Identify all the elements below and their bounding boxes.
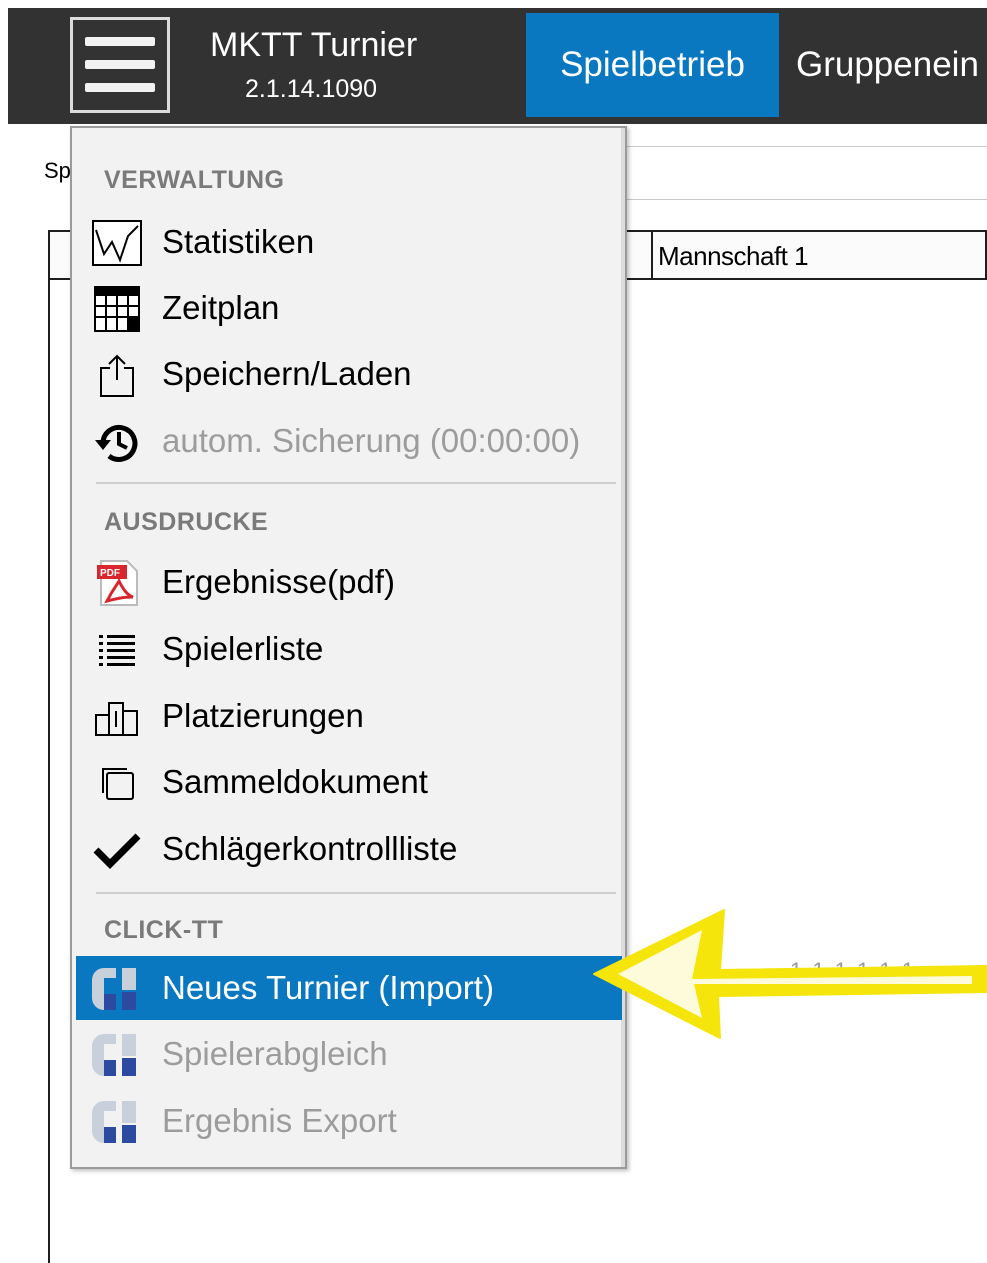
menu-item-spielerabgleich[interactable]: Spielerabgleich [76,1022,622,1086]
menu-item-platzierungen[interactable]: Platzierungen [76,684,622,748]
menu-item-label: Ergebnisse(pdf) [162,563,395,600]
share-upload-icon [90,350,144,400]
history-clock-icon [90,417,144,467]
menu-item-label: Zeitplan [162,289,280,326]
menu-item-label: Sammeldokument [162,763,428,800]
click-tt-icon [90,964,144,1014]
section-header-verwaltung: VERWALTUNG [104,166,285,194]
pdf-icon: PDF [90,558,144,608]
menu-item-label: Ergebnis Export [162,1102,397,1139]
statistics-icon [90,218,144,268]
click-tt-icon [90,1030,144,1080]
menu-item-zeitplan[interactable]: Zeitplan [76,276,622,340]
podium-icon [90,692,144,742]
menu-item-neues-turnier-import[interactable]: Neues Turnier (Import) [76,956,622,1020]
main-dropdown-menu: VERWALTUNG Statistiken Zeitplan Speicher… [70,126,627,1169]
section-header-click-tt: CLICK-TT [104,916,224,944]
hamburger-line [85,37,155,46]
grid-border [48,280,50,1263]
annotation-arrow [593,909,987,1039]
menu-item-spielerliste[interactable]: Spielerliste [76,617,622,681]
menu-item-ergebnisse-pdf[interactable]: PDF Ergebnisse(pdf) [76,550,622,614]
menu-item-label: Statistiken [162,223,315,260]
section-header-ausdrucke: AUSDRUCKE [104,508,269,536]
document-stack-icon [90,758,144,808]
menu-item-autom-sicherung[interactable]: autom. Sicherung (00:00:00) [76,409,622,473]
menu-item-speichern-laden[interactable]: Speichern/Laden [76,342,622,406]
checkmark-icon [90,825,144,875]
top-bar: MKTT Turnier 2.1.14.1090 Spielbetrieb Gr… [0,0,987,124]
hamburger-menu-button[interactable] [70,17,170,113]
app-title: MKTT Turnier [210,26,418,64]
menu-item-label: Platzierungen [162,697,364,734]
list-icon [90,625,144,675]
tab-spielbetrieb[interactable]: Spielbetrieb [526,13,779,117]
menu-item-label: Neues Turnier (Import) [162,969,494,1006]
menu-item-sammeldokument[interactable]: Sammeldokument [76,750,622,814]
tab-gruppeneinteilung[interactable]: Gruppenein [796,13,987,117]
grid-column-header[interactable]: Mannschaft 1 [651,230,987,280]
click-tt-icon [90,1097,144,1147]
menu-item-label: Spielerabgleich [162,1035,388,1072]
menu-divider [96,892,616,894]
menu-item-label: Spielerliste [162,630,324,667]
svg-text:PDF: PDF [100,568,120,579]
menu-item-statistiken[interactable]: Statistiken [76,210,622,274]
hamburger-line [85,60,155,69]
menu-item-label: Schlägerkontrollliste [162,830,458,867]
menu-item-label: Speichern/Laden [162,355,412,392]
menu-item-ergebnis-export[interactable]: Ergebnis Export [76,1089,622,1153]
menu-item-label: autom. Sicherung (00:00:00) [162,422,581,459]
menu-item-schlaegerkontrollliste[interactable]: Schlägerkontrollliste [76,817,622,881]
schedule-grid-icon [90,284,144,334]
background-label: Sp [44,158,71,183]
app-version: 2.1.14.1090 [245,75,378,103]
menu-divider [96,482,616,484]
hamburger-line [85,83,155,92]
background-separator [623,146,987,200]
